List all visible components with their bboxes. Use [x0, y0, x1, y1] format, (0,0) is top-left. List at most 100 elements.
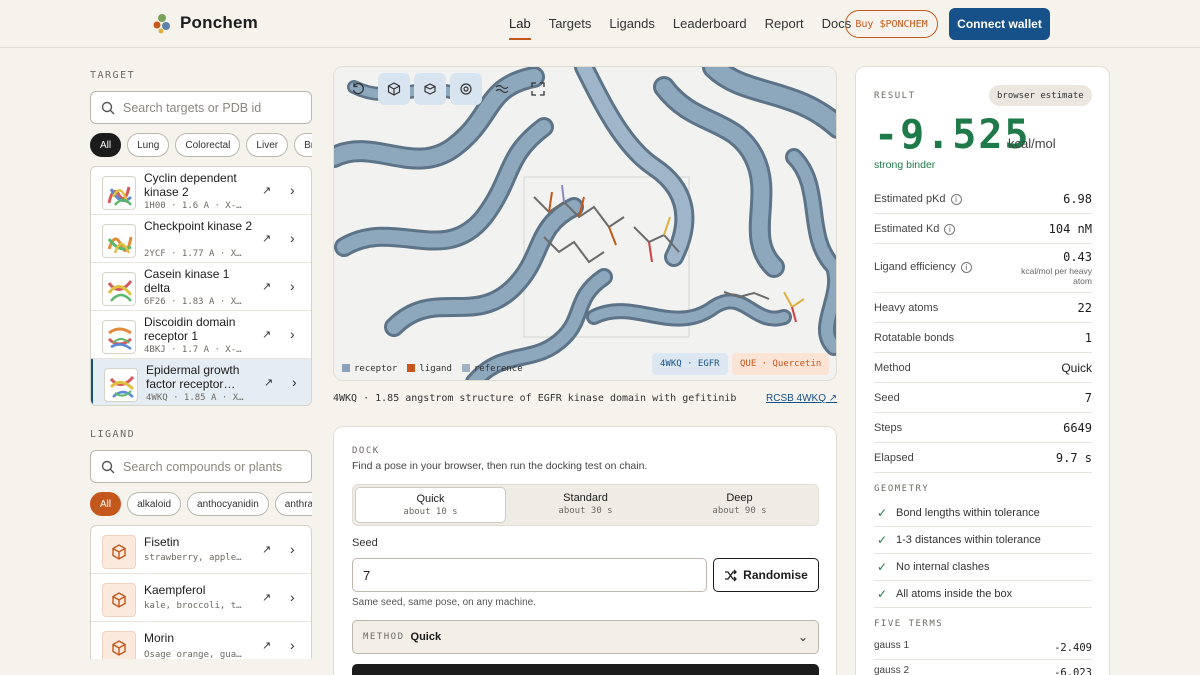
rcsb-link[interactable]: RCSB 4WKQ ↗	[766, 393, 837, 404]
metric-method: Method Quick	[874, 353, 1092, 383]
target-pill: 4WKQ · EGFR	[652, 353, 728, 375]
ligand-search-input[interactable]	[123, 459, 303, 474]
chip-liver[interactable]: Liver	[246, 133, 289, 157]
metric-ligand-efficiency: Ligand efficiency i 0.43 kcal/mol per hea…	[874, 244, 1092, 293]
seed-input[interactable]	[352, 558, 707, 592]
chevron-right-icon[interactable]: ›	[290, 589, 295, 605]
mode-quick[interactable]: Quick about 10 s	[355, 487, 506, 523]
main-nav: Lab Targets Ligands Leaderboard Report D…	[509, 16, 851, 40]
ligand-item[interactable]: Fisetin strawberry, apple… ↗ ›	[91, 526, 311, 574]
brand-name: Ponchem	[180, 13, 258, 32]
target-item[interactable]: Casein kinase 1 delta 6F26 · 1.83 A · X……	[91, 263, 311, 311]
chevron-down-icon: ⌄	[797, 630, 808, 644]
external-link-icon[interactable]: ↗	[262, 184, 271, 197]
shuffle-icon	[725, 569, 738, 581]
brand-logo[interactable]: Ponchem	[152, 12, 258, 34]
chip-breast[interactable]: Br	[294, 133, 312, 157]
seed-note: Same seed, same pose, on any machine.	[352, 597, 536, 608]
estimate-badge: browser estimate	[989, 85, 1092, 106]
chevron-right-icon[interactable]: ›	[290, 182, 295, 198]
external-link-icon[interactable]: ↗	[262, 543, 271, 556]
external-link-icon[interactable]: ↗	[262, 639, 271, 652]
energy-term: gauss 1 -2.409	[874, 635, 1092, 660]
mode-standard[interactable]: Standard about 30 s	[510, 487, 661, 523]
target-section-label: TARGET	[90, 70, 136, 81]
chip-alkaloid[interactable]: alkaloid	[127, 492, 182, 516]
check-icon: ✓	[877, 587, 888, 601]
box-icon	[424, 83, 436, 95]
wave-view-button[interactable]	[486, 73, 518, 105]
target-item[interactable]: Discoidin domain receptor 1 4BKJ · 1.7 A…	[91, 311, 311, 359]
chip-anthocyanidin[interactable]: anthocyanidin	[187, 492, 269, 516]
target-search-input[interactable]	[123, 100, 303, 115]
ligand-item[interactable]: Kaempferol kale, broccoli, t… ↗ ›	[91, 574, 311, 622]
randomise-button[interactable]: Randomise	[713, 558, 819, 592]
target-item[interactable]: Checkpoint kinase 2 2YCF · 1.77 A · X… ↗…	[91, 215, 311, 263]
pocket-view-button[interactable]	[450, 73, 482, 105]
method-value: Quick	[410, 631, 442, 643]
legend-receptor: receptor	[342, 364, 397, 374]
ligand-name: Fisetin	[144, 535, 180, 549]
ligand-sources: Osage orange, gua…	[144, 650, 242, 659]
nav-leaderboard[interactable]: Leaderboard	[673, 16, 747, 40]
info-icon[interactable]: i	[960, 262, 972, 273]
molecule-viewer[interactable]: receptor ligand reference 4WKQ · EGFR QU…	[333, 66, 837, 381]
nav-report[interactable]: Report	[765, 16, 804, 40]
target-filter-chips: All Lung Colorectal Liver Br	[90, 133, 312, 159]
cube-icon	[387, 82, 401, 96]
ligand-search[interactable]	[90, 450, 312, 483]
binding-verdict: strong binder	[874, 159, 936, 171]
info-icon[interactable]: i	[944, 224, 956, 235]
result-label: RESULT	[874, 91, 916, 101]
protein-thumbnail	[102, 272, 136, 306]
ligand-sources: strawberry, apple…	[144, 553, 242, 563]
ligand-item[interactable]: Morin Osage orange, gua… ↗ ›	[91, 622, 311, 659]
nav-ligands[interactable]: Ligands	[609, 16, 655, 40]
chevron-right-icon[interactable]: ›	[292, 374, 297, 390]
cartoon-style-button[interactable]	[378, 73, 410, 105]
external-link-icon[interactable]: ↗	[262, 280, 271, 293]
chip-lung[interactable]: Lung	[127, 133, 170, 157]
metric-heavy-atoms: Heavy atoms 22	[874, 293, 1092, 323]
target-meta: 6F26 · 1.83 A · X…	[144, 297, 242, 307]
chip-colorectal[interactable]: Colorectal	[175, 133, 241, 157]
result-panel: RESULT browser estimate -9.525 kcal/mol …	[855, 66, 1110, 675]
buy-token-button[interactable]: Buy $PONCHEM	[845, 10, 938, 38]
method-select[interactable]: METHOD Quick ⌄	[352, 620, 819, 654]
legend-ligand: ligand	[407, 364, 452, 374]
external-link-icon[interactable]: ↗	[262, 328, 271, 341]
chip-anthraquinone[interactable]: anthrac	[274, 492, 312, 516]
reset-view-button[interactable]	[342, 73, 374, 105]
chevron-right-icon[interactable]: ›	[290, 637, 295, 653]
efficiency-unit: kcal/mol per heavy atom	[1021, 266, 1092, 286]
target-item[interactable]: Cyclin dependent kinase 2 1H00 · 1.6 A ·…	[91, 167, 311, 215]
target-search[interactable]	[90, 91, 312, 124]
target-item-selected[interactable]: Epidermal growth factor receptor… 4WKQ ·…	[91, 359, 311, 405]
chevron-right-icon[interactable]: ›	[290, 541, 295, 557]
chip-all[interactable]: All	[90, 133, 122, 157]
mode-deep[interactable]: Deep about 90 s	[664, 487, 815, 523]
info-icon[interactable]: i	[950, 194, 962, 205]
external-link-icon[interactable]: ↗	[262, 591, 271, 604]
check-icon: ✓	[877, 506, 888, 520]
fullscreen-button[interactable]	[522, 73, 554, 105]
protein-thumbnail	[102, 176, 136, 210]
surface-style-button[interactable]	[414, 73, 446, 105]
external-link-icon[interactable]: ↗	[262, 232, 271, 245]
legend-reference: reference	[461, 364, 523, 374]
protein-thumbnail	[102, 320, 136, 354]
nav-lab[interactable]: Lab	[509, 16, 531, 40]
expand-icon	[531, 82, 545, 96]
target-list: Cyclin dependent kinase 2 1H00 · 1.6 A ·…	[90, 166, 312, 406]
chevron-right-icon[interactable]: ›	[290, 326, 295, 342]
connect-wallet-button[interactable]: Connect wallet	[949, 8, 1050, 40]
chevron-right-icon[interactable]: ›	[290, 278, 295, 294]
chevron-right-icon[interactable]: ›	[290, 230, 295, 246]
ligand-name: Morin	[144, 631, 175, 645]
run-dock-button[interactable]	[352, 664, 819, 675]
nav-targets[interactable]: Targets	[549, 16, 592, 40]
external-link-icon[interactable]: ↗	[264, 376, 273, 389]
geometry-check: ✓ No internal clashes	[874, 554, 1092, 581]
chip-all[interactable]: All	[90, 492, 122, 516]
method-key: METHOD	[363, 632, 405, 642]
